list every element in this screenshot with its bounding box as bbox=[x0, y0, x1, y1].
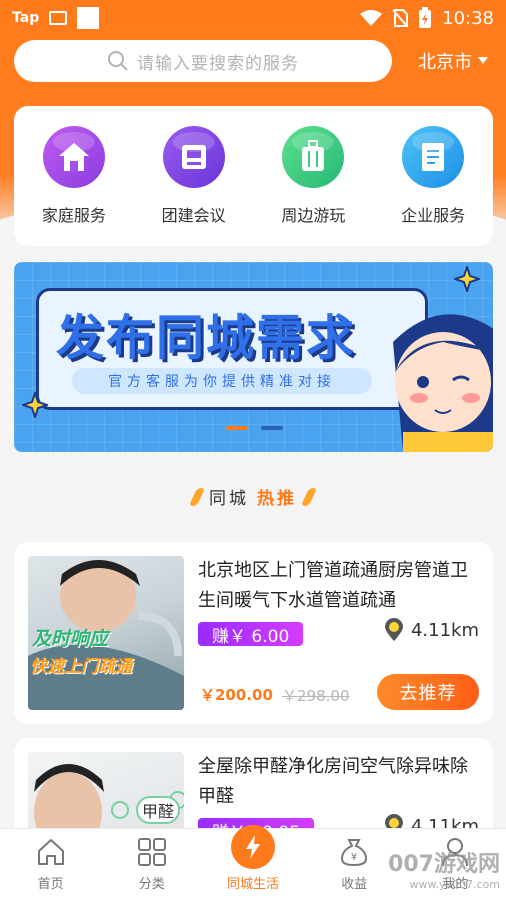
category-home-service[interactable]: 家庭服务 bbox=[24, 126, 124, 226]
grid-icon bbox=[137, 838, 166, 866]
house-icon bbox=[42, 126, 105, 188]
search-input[interactable]: 请输入要搜索的服务 bbox=[14, 40, 392, 82]
caret-down-icon bbox=[478, 57, 488, 64]
distance-value: 4.11km bbox=[410, 619, 479, 641]
document-icon bbox=[402, 126, 465, 188]
watermark: 007游戏网 www.yx007.com bbox=[388, 846, 500, 891]
search-placeholder: 请输入要搜索的服务 bbox=[137, 53, 299, 74]
bolt-icon bbox=[231, 825, 275, 869]
distance: 4.11km bbox=[383, 618, 479, 642]
svg-text:¥: ¥ bbox=[351, 852, 357, 863]
nav-label: 分类 bbox=[138, 877, 165, 892]
category-nearby-fun[interactable]: 周边游玩 bbox=[263, 126, 363, 226]
meeting-icon bbox=[162, 126, 225, 188]
category-team-meeting[interactable]: 团建会议 bbox=[144, 126, 244, 226]
nav-label: 收益 bbox=[341, 877, 368, 892]
notification-icon bbox=[77, 7, 100, 29]
original-price: ￥298.00 bbox=[282, 687, 350, 705]
no-sim-icon bbox=[392, 9, 409, 27]
section-title-hot: 热推 bbox=[257, 489, 297, 509]
nav-local-life[interactable]: 同城生活 bbox=[202, 825, 303, 900]
product-image-caption: 快速上门疏通 bbox=[30, 657, 132, 677]
nav-category[interactable]: 分类 bbox=[101, 829, 202, 900]
cartoon-girl-illustration bbox=[393, 314, 493, 452]
category-label: 团建会议 bbox=[161, 206, 226, 225]
category-business-service[interactable]: 企业服务 bbox=[383, 126, 483, 226]
promo-banner[interactable]: 发布同城需求 官方客服为你提供精准对接 bbox=[14, 262, 493, 452]
money-bag-icon: ¥ bbox=[341, 839, 368, 867]
city-selector[interactable]: 北京市 bbox=[418, 48, 492, 74]
carousel-dot-active[interactable] bbox=[226, 426, 248, 430]
clock: 10:38 bbox=[442, 7, 494, 29]
product-title: 全屋除甲醛净化房间空气除异味除甲醛 bbox=[198, 756, 468, 807]
nav-label: 同城生活 bbox=[227, 877, 280, 892]
home-icon bbox=[37, 839, 64, 865]
watermark-text: 007游戏网 bbox=[388, 852, 500, 877]
nav-home[interactable]: 首页 bbox=[0, 829, 101, 900]
location-pin-icon bbox=[384, 618, 403, 641]
image-icon bbox=[49, 11, 68, 25]
category-label: 周边游玩 bbox=[281, 206, 346, 225]
status-bar: Tap 10:38 bbox=[0, 0, 506, 36]
battery-icon bbox=[419, 7, 432, 28]
product-title: 北京地区上门管道疏通厨房管道卫生间暖气下水道管道疏通 bbox=[198, 560, 468, 611]
luggage-icon bbox=[282, 126, 345, 188]
wifi-icon bbox=[360, 10, 383, 26]
search-row: 请输入要搜索的服务 北京市 bbox=[14, 40, 492, 82]
app-tag: Tap bbox=[12, 10, 40, 26]
star-icon bbox=[454, 266, 480, 292]
recommend-button[interactable]: 去推荐 bbox=[377, 674, 479, 710]
category-label: 家庭服务 bbox=[41, 206, 106, 225]
carousel-dot[interactable] bbox=[261, 426, 283, 430]
nav-label: 首页 bbox=[37, 877, 64, 892]
search-icon bbox=[108, 51, 128, 71]
product-image: 及时响应 快速上门疏通 bbox=[28, 556, 184, 710]
price: ￥200.00 bbox=[200, 686, 273, 704]
product-image-caption: 及时响应 bbox=[32, 628, 109, 650]
section-title: 同城 热推 bbox=[0, 484, 506, 509]
city-label: 北京市 bbox=[418, 52, 472, 73]
product-image-caption: 甲醛 bbox=[136, 796, 181, 824]
star-icon bbox=[22, 392, 48, 418]
slash-decoration bbox=[300, 487, 318, 506]
section-title-plain: 同城 bbox=[209, 489, 249, 509]
category-label: 企业服务 bbox=[401, 206, 466, 225]
earn-badge: 赚￥ 6.00 bbox=[198, 622, 304, 647]
banner-title: 发布同城需求 bbox=[56, 310, 357, 366]
product-card[interactable]: 及时响应 快速上门疏通 北京地区上门管道疏通厨房管道卫生间暖气下水道管道疏通 赚… bbox=[14, 542, 493, 724]
category-card: 家庭服务 团建会议 周边游玩 企业服务 bbox=[14, 106, 493, 246]
banner-subtitle: 官方客服为你提供精准对接 bbox=[72, 368, 372, 394]
watermark-url: www.yx007.com bbox=[409, 878, 500, 891]
slash-decoration bbox=[188, 487, 206, 506]
